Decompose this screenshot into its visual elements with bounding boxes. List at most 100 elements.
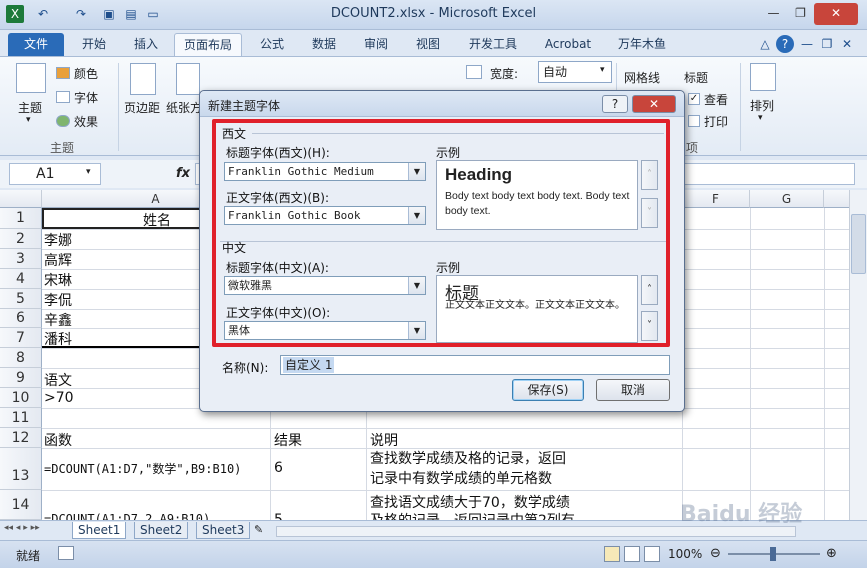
restore-icon[interactable]: ❐ bbox=[787, 3, 814, 25]
tab-home[interactable]: 开始 bbox=[72, 33, 116, 56]
print-headings-checkbox[interactable] bbox=[688, 115, 700, 127]
select-all-corner[interactable] bbox=[0, 190, 42, 208]
row-header-12[interactable]: 12 bbox=[0, 428, 42, 448]
cell-b12[interactable]: 结果 bbox=[272, 430, 366, 450]
effects-button[interactable]: 效果 bbox=[74, 113, 98, 130]
cell-a2[interactable]: 李娜 bbox=[42, 230, 202, 250]
asian-scroll-up-icon[interactable]: ˄ bbox=[641, 275, 658, 305]
row-header-6[interactable]: 6 bbox=[0, 309, 42, 328]
margins-button[interactable]: 页边距 bbox=[124, 99, 160, 116]
row-header-2[interactable]: 2 bbox=[0, 229, 42, 249]
dialog-help-icon[interactable]: ? bbox=[602, 95, 628, 113]
normal-view-icon[interactable] bbox=[604, 546, 620, 562]
zoom-out-icon[interactable]: ⊖ bbox=[710, 546, 721, 561]
macro-record-icon[interactable] bbox=[58, 546, 74, 560]
asian-body-font-combo[interactable]: 黑体 ▼ bbox=[224, 321, 426, 340]
cell-a12[interactable]: 函数 bbox=[42, 430, 270, 450]
tab-view[interactable]: 视图 bbox=[408, 33, 448, 56]
row-header-5[interactable]: 5 bbox=[0, 289, 42, 309]
row-header-13[interactable]: 13 bbox=[0, 448, 42, 490]
western-scroll-down-icon[interactable]: ˅ bbox=[641, 198, 658, 228]
cell-a5[interactable]: 李侃 bbox=[42, 290, 202, 310]
wb-restore-icon[interactable]: ❐ bbox=[818, 35, 836, 53]
cell-a3[interactable]: 高辉 bbox=[42, 250, 202, 270]
sheet-nav-icon[interactable]: ◂◂ ◂ ▸ ▸▸ bbox=[4, 523, 40, 533]
row-header-8[interactable]: 8 bbox=[0, 348, 42, 368]
tab-developer[interactable]: 开发工具 bbox=[460, 33, 526, 56]
sheet-tab-sheet2[interactable]: Sheet2 bbox=[134, 522, 189, 539]
cell-a6[interactable]: 辛鑫 bbox=[42, 310, 202, 330]
asian-scroll-down-icon[interactable]: ˅ bbox=[641, 311, 658, 341]
zoom-slider-thumb[interactable] bbox=[770, 547, 776, 561]
arrange-button[interactable]: 排列 bbox=[750, 97, 774, 114]
row-header-3[interactable]: 3 bbox=[0, 249, 42, 269]
wb-close-icon[interactable]: ✕ bbox=[838, 35, 856, 53]
cell-c14-line1[interactable]: 查找语文成绩大于70，数学成绩 bbox=[368, 492, 668, 512]
themes-button[interactable]: 主题 bbox=[18, 99, 42, 116]
vertical-scrollbar[interactable] bbox=[849, 190, 867, 520]
row-header-1[interactable]: 1 bbox=[0, 208, 42, 229]
asian-heading-font-combo[interactable]: 微软雅黑 ▼ bbox=[224, 276, 426, 295]
cell-a7[interactable]: 潘科 bbox=[42, 329, 202, 349]
row-header-10[interactable]: 10 bbox=[0, 388, 42, 408]
page-break-view-icon[interactable] bbox=[644, 546, 660, 562]
orientation-button[interactable]: 纸张方 bbox=[166, 99, 202, 116]
dialog-close-icon[interactable]: ✕ bbox=[632, 95, 676, 113]
tab-page-layout[interactable]: 页面布局 bbox=[174, 33, 242, 56]
cell-a9[interactable]: 语文 bbox=[42, 370, 202, 390]
arrange-icon[interactable] bbox=[750, 63, 776, 91]
zoom-level[interactable]: 100% bbox=[668, 547, 702, 561]
theme-name-input[interactable]: 自定义 1 bbox=[280, 355, 670, 375]
themes-icon[interactable] bbox=[16, 63, 46, 93]
sheet-tab-sheet3[interactable]: Sheet3 bbox=[196, 522, 251, 539]
cancel-button[interactable]: 取消 bbox=[596, 379, 670, 401]
cell-a4[interactable]: 宋琳 bbox=[42, 270, 202, 290]
column-header-g[interactable]: G bbox=[750, 190, 824, 208]
row-header-9[interactable]: 9 bbox=[0, 368, 42, 388]
fx-icon[interactable]: fx bbox=[176, 166, 190, 181]
row-header-14[interactable]: 14 bbox=[0, 490, 42, 520]
cell-c14-line2[interactable]: 及格的记录，返回记录中第2列有 bbox=[368, 510, 668, 520]
wb-minimize-icon[interactable]: — bbox=[798, 35, 816, 53]
minimize-icon[interactable]: — bbox=[760, 3, 787, 25]
tab-acrobat[interactable]: Acrobat bbox=[538, 33, 598, 56]
row-header-7[interactable]: 7 bbox=[0, 328, 42, 348]
name-box-arrow-icon[interactable]: ▾ bbox=[86, 167, 91, 177]
cell-c13-line1[interactable]: 查找数学成绩及格的记录，返回 bbox=[368, 448, 668, 468]
minimize-ribbon-icon[interactable]: △ bbox=[756, 35, 774, 53]
tab-wannian[interactable]: 万年木鱼 bbox=[608, 33, 676, 56]
tab-review[interactable]: 审阅 bbox=[356, 33, 396, 56]
cell-b14[interactable]: 5 bbox=[272, 512, 366, 520]
colors-button[interactable]: 颜色 bbox=[74, 65, 98, 82]
row-header-11[interactable]: 11 bbox=[0, 408, 42, 428]
chevron-down-icon[interactable]: ▼ bbox=[408, 163, 425, 180]
western-heading-font-combo[interactable]: Franklin Gothic Medium ▼ bbox=[224, 162, 426, 181]
zoom-in-icon[interactable]: ⊕ bbox=[826, 546, 837, 561]
fonts-button[interactable]: 字体 bbox=[74, 89, 98, 106]
chevron-down-icon[interactable]: ▼ bbox=[408, 322, 425, 339]
cell-c12[interactable]: 说明 bbox=[368, 430, 668, 450]
cell-a14[interactable]: =DCOUNT(A1:D7,2,A9:B10) bbox=[42, 512, 270, 520]
column-header-f[interactable]: F bbox=[682, 190, 750, 208]
sheet-tab-sheet1[interactable]: Sheet1 bbox=[72, 522, 127, 539]
help-icon[interactable]: ? bbox=[776, 35, 794, 53]
tab-insert[interactable]: 插入 bbox=[124, 33, 168, 56]
tab-file[interactable]: 文件 bbox=[8, 33, 64, 56]
cell-a10[interactable]: >70 bbox=[42, 390, 202, 406]
chevron-down-icon[interactable]: ▼ bbox=[408, 277, 425, 294]
cell-b13[interactable]: 6 bbox=[272, 460, 366, 476]
save-button[interactable]: 保存(S) bbox=[512, 379, 584, 401]
tab-data[interactable]: 数据 bbox=[304, 33, 344, 56]
western-scroll-up-icon[interactable]: ˄ bbox=[641, 160, 658, 190]
western-body-font-combo[interactable]: Franklin Gothic Book ▼ bbox=[224, 206, 426, 225]
insert-sheet-icon[interactable]: ✎ bbox=[254, 523, 263, 536]
chevron-down-icon[interactable]: ▼ bbox=[408, 207, 425, 224]
orientation-icon[interactable] bbox=[176, 63, 200, 95]
cell-c13-line2[interactable]: 记录中有数学成绩的单元格数 bbox=[368, 468, 668, 488]
row-header-4[interactable]: 4 bbox=[0, 269, 42, 289]
tab-formulas[interactable]: 公式 bbox=[252, 33, 292, 56]
view-headings-checkbox[interactable]: ✓ bbox=[688, 93, 700, 105]
cell-a13[interactable]: =DCOUNT(A1:D7,"数学",B9:B10) bbox=[42, 460, 270, 477]
scroll-thumb[interactable] bbox=[851, 214, 866, 274]
page-layout-view-icon[interactable] bbox=[624, 546, 640, 562]
